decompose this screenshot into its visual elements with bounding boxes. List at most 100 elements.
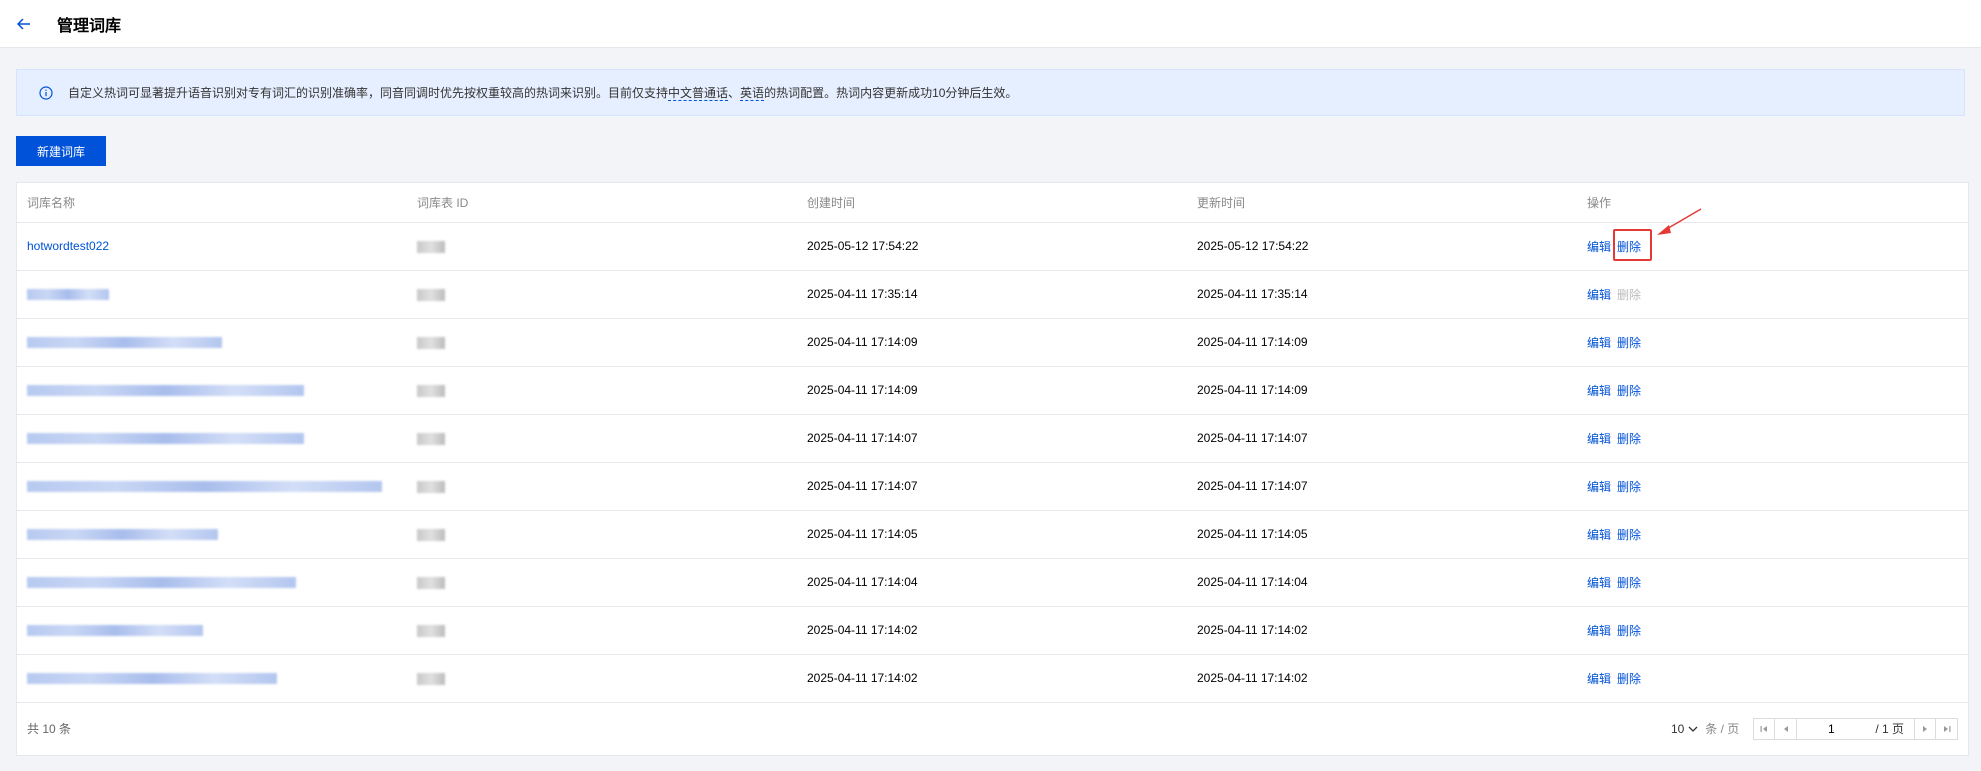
notice-text-after: 的热词配置。热词内容更新成功10分钟后生效。 — [764, 86, 1018, 100]
cell-actions: 编辑 删除 — [1577, 558, 1968, 607]
edit-button[interactable]: 编辑 — [1587, 576, 1611, 590]
first-page-button[interactable] — [1753, 717, 1776, 740]
edit-button[interactable]: 编辑 — [1587, 384, 1611, 398]
back-arrow-icon[interactable] — [15, 15, 33, 33]
cell-id — [407, 414, 797, 463]
library-id-redacted — [417, 432, 445, 445]
chevron-down-icon — [1688, 726, 1698, 732]
notice-text: 自定义热词可显著提升语音识别对专有词汇的识别准确率，同音同调时优先按权重较高的热… — [68, 84, 1017, 101]
page-size-value: 10 — [1670, 721, 1685, 736]
next-page-icon — [1923, 725, 1927, 732]
column-header-updated: 更新时间 — [1187, 183, 1577, 223]
library-name-link[interactable]: hotwordtest022 — [27, 239, 109, 253]
edit-button[interactable]: 编辑 — [1587, 288, 1611, 302]
highlight-box — [1613, 228, 1653, 261]
table-row: 2025-04-11 17:14:02 2025-04-11 17:14:02 … — [17, 606, 1968, 655]
cell-id — [407, 366, 797, 415]
library-name-redacted — [27, 577, 296, 589]
column-header-created: 创建时间 — [797, 183, 1187, 223]
library-name-redacted — [27, 385, 304, 397]
library-name-redacted — [27, 433, 304, 445]
cell-actions: 编辑 删除 — [1577, 270, 1968, 319]
table-row: 2025-04-11 17:14:05 2025-04-11 17:14:05 … — [17, 510, 1968, 559]
cell-actions: 编辑 删除 — [1577, 510, 1968, 559]
cell-name — [17, 606, 407, 655]
library-id-redacted — [417, 288, 445, 301]
library-id-redacted — [417, 672, 445, 685]
page-size-select[interactable]: 10 — [1671, 722, 1699, 736]
cell-id — [407, 222, 797, 271]
library-id-redacted — [417, 624, 445, 637]
cell-created: 2025-04-11 17:14:02 — [797, 606, 1187, 655]
cell-created: 2025-04-11 17:14:07 — [797, 462, 1187, 511]
cell-name — [17, 270, 407, 319]
cell-updated: 2025-04-11 17:35:14 — [1187, 270, 1577, 319]
delete-button[interactable]: 删除 — [1617, 336, 1641, 350]
edit-button[interactable]: 编辑 — [1587, 336, 1611, 350]
delete-button[interactable]: 删除 — [1617, 528, 1641, 542]
table-row: 2025-04-11 17:14:04 2025-04-11 17:14:04 … — [17, 558, 1968, 607]
cell-name — [17, 558, 407, 607]
edit-button[interactable]: 编辑 — [1587, 480, 1611, 494]
table-row: hotwordtest022 2025-05-12 17:54:22 2025-… — [17, 207, 1968, 271]
library-id-redacted — [417, 336, 445, 349]
prev-page-button[interactable] — [1775, 717, 1798, 740]
delete-button[interactable]: 删除 — [1617, 480, 1641, 494]
new-library-button[interactable]: 新建词库 — [16, 136, 106, 166]
delete-button[interactable]: 删除 — [1617, 672, 1641, 686]
cell-actions: 编辑 删除 — [1577, 366, 1968, 415]
library-name-redacted — [27, 625, 203, 637]
table-row: 2025-04-11 17:14:07 2025-04-11 17:14:07 … — [17, 462, 1968, 511]
library-id-redacted — [417, 384, 445, 397]
cell-created: 2025-04-11 17:14:02 — [797, 654, 1187, 703]
cell-name — [17, 318, 407, 367]
page-number-input[interactable] — [1797, 717, 1866, 740]
next-page-button[interactable] — [1914, 717, 1936, 740]
cell-updated: 2025-04-11 17:14:02 — [1187, 654, 1577, 703]
total-pages: / 1 页 — [1865, 717, 1914, 740]
edit-button[interactable]: 编辑 — [1587, 528, 1611, 542]
library-name-redacted — [27, 481, 382, 493]
cell-id — [407, 318, 797, 367]
column-header-name: 词库名称 — [17, 183, 407, 223]
library-id-redacted — [417, 576, 445, 589]
table-row: 2025-04-11 17:35:14 2025-04-11 17:35:14 … — [17, 270, 1968, 319]
column-header-id: 词库表 ID — [407, 183, 797, 223]
edit-button[interactable]: 编辑 — [1587, 624, 1611, 638]
main-content: 自定义热词可显著提升语音识别对专有词汇的识别准确率，同音同调时优先按权重较高的热… — [0, 48, 1981, 756]
cell-created: 2025-04-11 17:35:14 — [797, 270, 1187, 319]
cell-id — [407, 510, 797, 559]
edit-button[interactable]: 编辑 — [1587, 672, 1611, 686]
library-name-redacted — [27, 289, 109, 301]
delete-button[interactable]: 删除 — [1617, 576, 1641, 590]
cell-updated: 2025-04-11 17:14:07 — [1187, 414, 1577, 463]
last-page-button[interactable] — [1936, 717, 1958, 740]
delete-button[interactable]: 删除 — [1617, 432, 1641, 446]
library-id-redacted — [417, 480, 445, 493]
notice-link-english[interactable]: 英语 — [740, 86, 765, 101]
notice-link-mandarin[interactable]: 中文普通话 — [668, 86, 729, 101]
cell-id — [407, 606, 797, 655]
cell-updated: 2025-04-11 17:14:09 — [1187, 366, 1577, 415]
edit-button[interactable]: 编辑 — [1587, 240, 1611, 254]
cell-actions: 编辑 删除 — [1577, 414, 1968, 463]
table-row: 2025-04-11 17:14:07 2025-04-11 17:14:07 … — [17, 414, 1968, 463]
cell-name — [17, 366, 407, 415]
library-table-card: 词库名称 词库表 ID 创建时间 更新时间 操作 hotwordtest022 … — [16, 182, 1969, 756]
library-table: 词库名称 词库表 ID 创建时间 更新时间 操作 hotwordtest022 … — [17, 183, 1968, 703]
notice-separator: 、 — [728, 86, 741, 100]
cell-updated: 2025-04-11 17:14:05 — [1187, 510, 1577, 559]
delete-button[interactable]: 删除 — [1617, 624, 1641, 638]
delete-button[interactable]: 删除 — [1617, 384, 1641, 398]
cell-id — [407, 558, 797, 607]
cell-updated: 2025-04-11 17:14:04 — [1187, 558, 1577, 607]
cell-created: 2025-04-11 17:14:04 — [797, 558, 1187, 607]
last-page-icon — [1943, 725, 1950, 732]
library-name-redacted — [27, 529, 218, 541]
info-notice: 自定义热词可显著提升语音识别对专有词汇的识别准确率，同音同调时优先按权重较高的热… — [16, 69, 1965, 116]
cell-created: 2025-04-11 17:14:09 — [797, 366, 1187, 415]
cell-actions: 编辑 删除 — [1577, 462, 1968, 511]
per-page-label: 条 / 页 — [1705, 722, 1740, 736]
library-id-redacted — [417, 528, 445, 541]
edit-button[interactable]: 编辑 — [1587, 432, 1611, 446]
